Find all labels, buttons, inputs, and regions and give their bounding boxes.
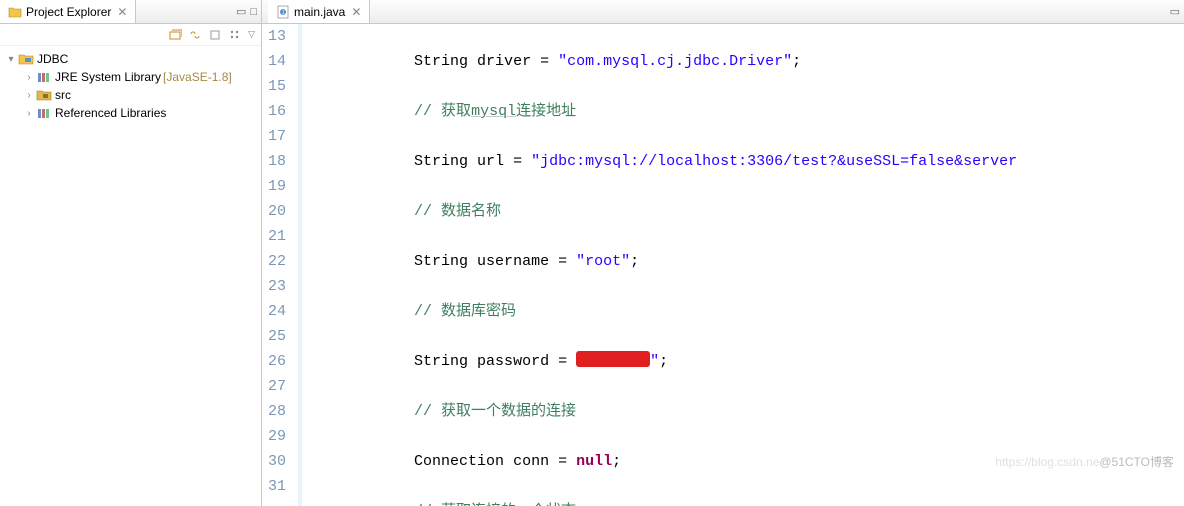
editor-tab-bar: J main.java ✕ ▭ — [262, 0, 1184, 24]
line-gutter: 13141516171819202122232425262728293031 — [262, 24, 302, 506]
minimize-icon[interactable]: ▭ — [1170, 5, 1180, 18]
filter-icon[interactable] — [228, 28, 242, 42]
chevron-right-icon[interactable]: › — [22, 72, 36, 83]
line-number: 19 — [268, 174, 286, 199]
line-number: 25 — [268, 324, 286, 349]
line-number: 28 — [268, 399, 286, 424]
line-number: 17 — [268, 124, 286, 149]
java-project-icon — [18, 51, 34, 67]
line-number: 18 — [268, 149, 286, 174]
minimize-icon[interactable]: ▭ — [236, 5, 246, 18]
project-explorer-tab[interactable]: Project Explorer ✕ — [0, 0, 136, 23]
line-number: 26 — [268, 349, 286, 374]
project-explorer-panel: Project Explorer ✕ ▭ □ ▽ ▾ JDBC › — [0, 0, 262, 506]
line-number: 27 — [268, 374, 286, 399]
close-icon[interactable]: ✕ — [351, 5, 361, 19]
line-number: 23 — [268, 274, 286, 299]
library-icon — [36, 105, 52, 121]
tree-item-referenced[interactable]: › Referenced Libraries — [18, 104, 261, 122]
sidebar-tab-label: Project Explorer — [26, 5, 111, 19]
line-number: 31 — [268, 474, 286, 499]
code-editor[interactable]: 13141516171819202122232425262728293031 S… — [262, 24, 1184, 506]
chevron-right-icon[interactable]: › — [22, 90, 36, 101]
tree-item-jre[interactable]: › JRE System Library [JavaSE-1.8] — [18, 68, 261, 86]
chevron-down-icon[interactable]: ▾ — [4, 54, 18, 65]
editor-tab-controls: ▭ — [1170, 5, 1180, 18]
line-number: 21 — [268, 224, 286, 249]
line-number: 16 — [268, 99, 286, 124]
project-tree: ▾ JDBC › JRE System Library [JavaSE-1.8]… — [0, 46, 261, 126]
watermark: https://blog.csdn.ne@51CTO博客 — [969, 425, 1174, 500]
code-content[interactable]: String driver = "com.mysql.cj.jdbc.Drive… — [302, 24, 1184, 506]
src-folder-icon — [36, 87, 52, 103]
project-root[interactable]: ▾ JDBC — [0, 50, 261, 68]
maximize-icon[interactable]: □ — [250, 6, 257, 18]
focus-icon[interactable] — [208, 28, 222, 42]
collapse-all-icon[interactable] — [168, 28, 182, 42]
line-number: 24 — [268, 299, 286, 324]
line-number: 30 — [268, 449, 286, 474]
tree-item-src[interactable]: › src — [18, 86, 261, 104]
tree-item-label: JRE System Library — [55, 70, 161, 84]
sidebar-tab-controls: ▭ □ — [236, 5, 257, 18]
tree-item-label: Referenced Libraries — [55, 106, 166, 120]
chevron-right-icon[interactable]: › — [22, 108, 36, 119]
editor-area: J main.java ✕ ▭ 131415161718192021222324… — [262, 0, 1184, 506]
close-icon[interactable]: ✕ — [117, 5, 127, 19]
line-number: 20 — [268, 199, 286, 224]
editor-tab-label: main.java — [294, 5, 345, 19]
link-editor-icon[interactable] — [188, 28, 202, 42]
redacted-password — [576, 351, 650, 367]
line-number: 14 — [268, 49, 286, 74]
line-number: 22 — [268, 249, 286, 274]
java-file-icon: J — [276, 5, 290, 19]
line-number: 29 — [268, 424, 286, 449]
tree-item-label: src — [55, 88, 71, 102]
folder-icon — [8, 5, 22, 19]
project-name: JDBC — [37, 52, 68, 66]
editor-tab-main[interactable]: J main.java ✕ — [268, 0, 370, 23]
library-icon — [36, 69, 52, 85]
view-menu-icon[interactable]: ▽ — [248, 29, 255, 40]
sidebar-toolbar: ▽ — [0, 24, 261, 46]
line-number: 13 — [268, 24, 286, 49]
sidebar-tab-bar: Project Explorer ✕ ▭ □ — [0, 0, 261, 24]
line-number: 15 — [268, 74, 286, 99]
tree-item-suffix: [JavaSE-1.8] — [163, 70, 232, 84]
